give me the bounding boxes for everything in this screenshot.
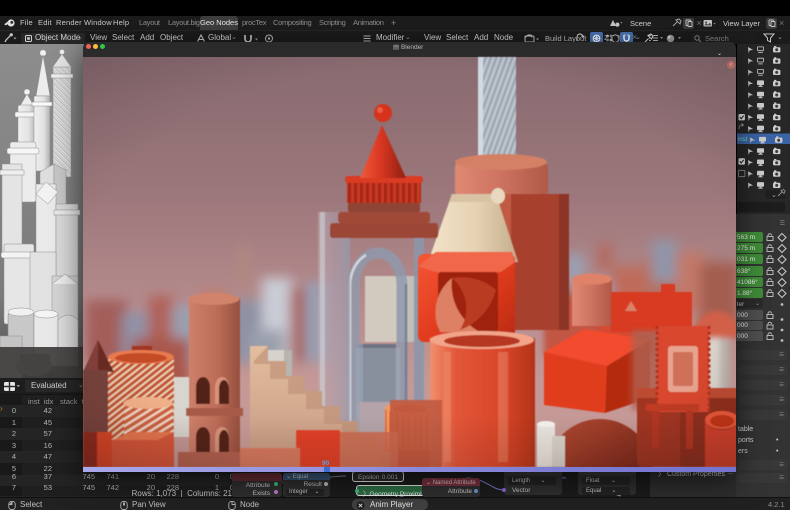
svg-text:inst: inst — [738, 137, 748, 143]
svg-text:⌄: ⌄ — [771, 192, 777, 199]
